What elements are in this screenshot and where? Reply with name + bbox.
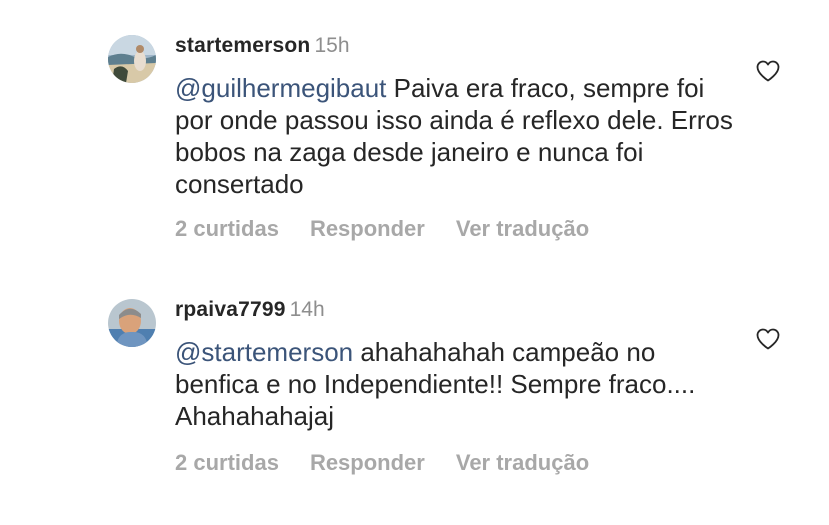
username[interactable]: startemerson bbox=[175, 34, 310, 57]
mention-link[interactable]: @guilhermegibaut bbox=[175, 73, 386, 103]
comment-actions: 2 curtidas Responder Ver tradução bbox=[175, 450, 620, 476]
heart-outline-icon[interactable] bbox=[756, 328, 780, 350]
heart-outline-icon[interactable] bbox=[756, 60, 780, 82]
translate-button[interactable]: Ver tradução bbox=[456, 216, 589, 241]
username[interactable]: rpaiva7799 bbox=[175, 298, 286, 321]
comment-header: rpaiva7799 14h bbox=[175, 298, 325, 322]
likes-count[interactable]: 2 curtidas bbox=[175, 216, 279, 241]
mention-link[interactable]: @startemerson bbox=[175, 337, 353, 367]
reply-button[interactable]: Responder bbox=[310, 450, 425, 475]
translate-button[interactable]: Ver tradução bbox=[456, 450, 589, 475]
comment-text: @guilhermegibaut Paiva era fraco, sempre… bbox=[175, 72, 735, 200]
timestamp[interactable]: 15h bbox=[314, 34, 349, 57]
likes-count[interactable]: 2 curtidas bbox=[175, 450, 279, 475]
comment-actions: 2 curtidas Responder Ver tradução bbox=[175, 216, 620, 242]
timestamp[interactable]: 14h bbox=[290, 298, 325, 321]
comment-text: @startemerson ahahahahah campeão no benf… bbox=[175, 336, 735, 432]
reply-button[interactable]: Responder bbox=[310, 216, 425, 241]
comment-header: startemerson 15h bbox=[175, 34, 350, 58]
avatar[interactable] bbox=[108, 35, 156, 83]
avatar[interactable] bbox=[108, 299, 156, 347]
